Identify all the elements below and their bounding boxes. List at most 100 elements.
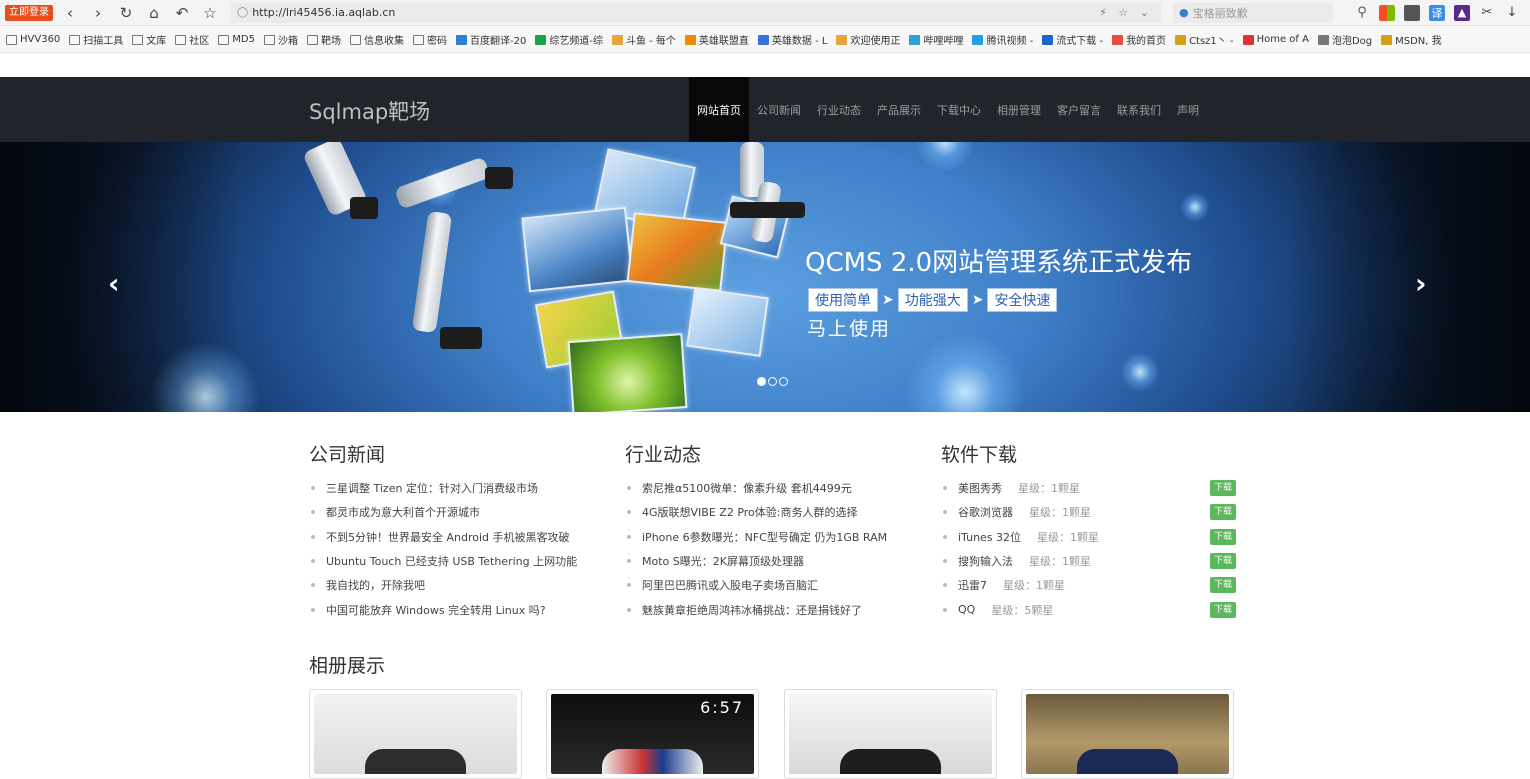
menu-item-album[interactable]: 相册管理: [989, 77, 1049, 142]
login-button[interactable]: 立即登录: [5, 4, 53, 21]
download-button[interactable]: 下载: [1209, 480, 1236, 497]
list-item[interactable]: Moto S曝光：2K屏幕顶级处理器: [625, 549, 925, 573]
list-item[interactable]: 都灵市成为意大利首个开源城市: [309, 500, 609, 524]
menu-item-home[interactable]: 网站首页: [689, 77, 749, 142]
apps-icon[interactable]: [1379, 4, 1395, 21]
search-input[interactable]: ● 宝格丽致歉: [1173, 2, 1333, 23]
bookmark-item[interactable]: HVV360: [6, 34, 60, 45]
reload-icon[interactable]: ↻: [115, 2, 137, 24]
site-brand[interactable]: Sqlmap靶场: [309, 96, 430, 126]
bookmark-item[interactable]: 英雄数据 - L: [757, 32, 827, 47]
album-thumbnail[interactable]: [1021, 689, 1234, 779]
carousel-next-icon[interactable]: ›: [1415, 267, 1427, 300]
address-bar[interactable]: ◯ http://lri45456.ia.aqlab.cn ⚡ ☆ ⌄: [231, 2, 1161, 23]
article-link[interactable]: 都灵市成为意大利首个开源城市: [326, 504, 480, 520]
list-item[interactable]: 不到5分钟！世界最安全 Android 手机被黑客攻破: [309, 525, 609, 549]
article-link[interactable]: 不到5分钟！世界最安全 Android 手机被黑客攻破: [326, 529, 570, 545]
article-link[interactable]: 索尼推α5100微单：像素升级 套机4499元: [642, 480, 852, 496]
list-item[interactable]: 4G版联想VIBE Z2 Pro体验:商务人群的选择: [625, 500, 925, 524]
list-item[interactable]: iPhone 6参数曝光：NFC型号确定 仍为1GB RAM: [625, 525, 925, 549]
address-actions-icon[interactable]: ⚡ ☆ ⌄: [1099, 6, 1153, 19]
bookmark-item[interactable]: MSDN, 我: [1381, 32, 1442, 47]
bookmark-item[interactable]: MD5: [218, 34, 255, 45]
back-icon[interactable]: ‹: [59, 2, 81, 24]
bookmark-item[interactable]: 百度翻译-20: [456, 32, 526, 47]
search-icon[interactable]: ⚲: [1354, 5, 1370, 21]
software-name[interactable]: QQ: [958, 603, 975, 616]
light-glow: [905, 332, 1025, 412]
menu-item-company-news[interactable]: 公司新闻: [749, 77, 809, 142]
extension-icon[interactable]: ▲: [1454, 4, 1470, 21]
bookmark-label: 哔哩哔哩: [923, 36, 964, 47]
download-icon[interactable]: ↓: [1504, 5, 1520, 21]
bookmark-item[interactable]: 靶场: [307, 32, 341, 47]
bookmark-item[interactable]: 密码: [413, 32, 447, 47]
album-thumbnail[interactable]: [309, 689, 522, 779]
bookmark-item[interactable]: 腾讯视频 -: [972, 32, 1033, 47]
forward-icon[interactable]: ›: [87, 2, 109, 24]
carousel-prev-icon[interactable]: ‹: [108, 267, 120, 300]
home-icon[interactable]: ⌂: [143, 2, 165, 24]
software-name[interactable]: iTunes 32位: [958, 529, 1021, 545]
bookmark-item[interactable]: 哔哩哔哩: [909, 32, 963, 47]
bookmark-item[interactable]: 斗鱼 - 每个: [611, 32, 676, 47]
bookmark-item[interactable]: 信息收集: [350, 32, 404, 47]
carousel-dot[interactable]: [757, 377, 766, 386]
carousel-dot[interactable]: [779, 377, 788, 386]
software-name[interactable]: 美图秀秀: [958, 480, 1002, 496]
bookmark-item[interactable]: Home of A: [1242, 34, 1309, 45]
article-link[interactable]: 阿里巴巴腾讯或入股电子卖场百脑汇: [642, 577, 818, 593]
download-button[interactable]: 下载: [1209, 601, 1236, 618]
download-button[interactable]: 下载: [1209, 553, 1236, 570]
list-item[interactable]: 我自找的，开除我吧: [309, 573, 609, 597]
software-name[interactable]: 谷歌浏览器: [958, 504, 1013, 520]
article-link[interactable]: 中国可能放弃 Windows 完全转用 Linux 吗?: [326, 602, 546, 618]
list-item[interactable]: 阿里巴巴腾讯或入股电子卖场百脑汇: [625, 573, 925, 597]
scissors-icon[interactable]: ✂: [1479, 5, 1495, 21]
bookmark-item[interactable]: 沙箱: [264, 32, 298, 47]
bookmark-item[interactable]: 社区: [175, 32, 209, 47]
article-link[interactable]: 魅族黄章拒绝周鸿祎冰桶挑战：还是捐钱好了: [642, 602, 862, 618]
article-link[interactable]: 4G版联想VIBE Z2 Pro体验:商务人群的选择: [642, 504, 857, 520]
list-item[interactable]: 中国可能放弃 Windows 完全转用 Linux 吗?: [309, 597, 609, 621]
undo-icon[interactable]: ↶: [171, 2, 193, 24]
star-icon[interactable]: ☆: [199, 2, 221, 24]
bookmark-item[interactable]: 综艺频道-综: [535, 32, 603, 47]
article-link[interactable]: iPhone 6参数曝光：NFC型号确定 仍为1GB RAM: [642, 529, 887, 545]
download-button[interactable]: 下载: [1209, 528, 1236, 545]
slide-steps: 使用简单 ➤ 功能强大 ➤ 安全快速: [808, 288, 1058, 312]
bookmark-item[interactable]: 流式下载 -: [1042, 32, 1103, 47]
album-thumbnail[interactable]: 6:57: [546, 689, 759, 779]
bookmark-item[interactable]: 我的首页: [1112, 32, 1166, 47]
bookmark-item[interactable]: 欢迎使用正: [836, 32, 900, 47]
menu-item-guestbook[interactable]: 客户留言: [1049, 77, 1109, 142]
download-button[interactable]: 下载: [1209, 577, 1236, 594]
bookmark-item[interactable]: 英雄联盟直: [684, 32, 749, 47]
bookmark-item[interactable]: 文库: [132, 32, 166, 47]
menu-item-statement[interactable]: 声明: [1169, 77, 1207, 142]
list-item[interactable]: 三星调整 Tizen 定位：针对入门消费级市场: [309, 476, 609, 500]
menu-item-products[interactable]: 产品展示: [869, 77, 929, 142]
article-link[interactable]: 我自找的，开除我吧: [326, 577, 425, 593]
bookmark-item[interactable]: 泡泡Dog: [1317, 32, 1372, 47]
software-name[interactable]: 搜狗输入法: [958, 553, 1013, 569]
album-thumbnail[interactable]: [784, 689, 997, 779]
carousel-dot[interactable]: [768, 377, 777, 386]
bookmark-item[interactable]: Ctsz1丶 -: [1175, 32, 1234, 47]
download-button[interactable]: 下载: [1209, 504, 1236, 521]
translate-icon[interactable]: 译: [1429, 4, 1445, 21]
list-item[interactable]: 魅族黄章拒绝周鸿祎冰桶挑战：还是捐钱好了: [625, 597, 925, 621]
software-name[interactable]: 迅雷7: [958, 577, 987, 593]
article-link[interactable]: 三星调整 Tizen 定位：针对入门消费级市场: [326, 480, 538, 496]
menu-item-contact[interactable]: 联系我们: [1109, 77, 1169, 142]
list-item[interactable]: 索尼推α5100微单：像素升级 套机4499元: [625, 476, 925, 500]
bookmark-item[interactable]: 扫描工具: [69, 32, 123, 47]
reader-icon[interactable]: [1404, 4, 1420, 21]
menu-item-downloads[interactable]: 下载中心: [929, 77, 989, 142]
software-rating: 星级：1颗星: [1029, 555, 1091, 569]
article-link[interactable]: Moto S曝光：2K屏幕顶级处理器: [642, 553, 804, 569]
bullet-icon: [943, 510, 947, 515]
article-link[interactable]: Ubuntu Touch 已经支持 USB Tethering 上网功能: [326, 553, 577, 569]
list-item[interactable]: Ubuntu Touch 已经支持 USB Tethering 上网功能: [309, 549, 609, 573]
menu-item-industry[interactable]: 行业动态: [809, 77, 869, 142]
